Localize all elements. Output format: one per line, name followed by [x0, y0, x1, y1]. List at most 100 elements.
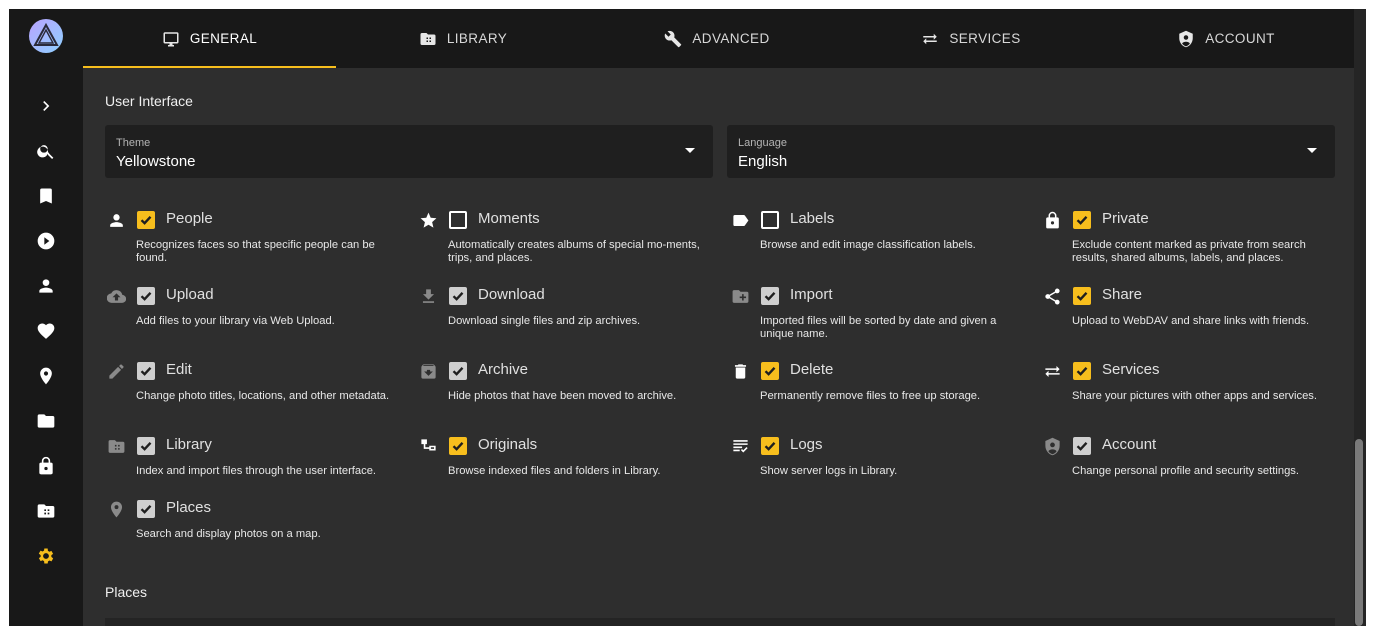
checkbox-services[interactable]: [1073, 362, 1091, 380]
shield-account-icon: [1179, 30, 1193, 47]
expand-icon[interactable]: [33, 93, 59, 119]
checkbox-edit[interactable]: [137, 362, 155, 380]
feature-name[interactable]: Services: [1102, 361, 1160, 378]
file-tree-icon: [417, 435, 439, 457]
check-icon: [764, 291, 776, 301]
gear-icon[interactable]: [33, 543, 59, 569]
monitor-icon: [163, 31, 179, 46]
archive-icon: [417, 360, 439, 382]
checkbox-download[interactable]: [449, 287, 467, 305]
shield-account-icon: [1041, 435, 1063, 457]
tab-label: Services: [949, 31, 1021, 46]
feature-name[interactable]: Delete: [790, 361, 833, 378]
tab-general[interactable]: General: [83, 9, 336, 68]
text-list-icon: [729, 435, 751, 457]
heart-icon[interactable]: [33, 318, 59, 344]
sidebar: [9, 9, 83, 626]
feature-name[interactable]: Originals: [478, 436, 537, 453]
tab-services[interactable]: Services: [844, 9, 1098, 68]
checkbox-delete[interactable]: [761, 362, 779, 380]
check-icon: [1076, 366, 1088, 376]
checkbox-labels[interactable]: [761, 211, 779, 229]
swap-icon: [1041, 360, 1063, 382]
checkbox-share[interactable]: [1073, 287, 1091, 305]
tab-advanced[interactable]: Advanced: [590, 9, 844, 68]
checkbox-originals[interactable]: [449, 437, 467, 455]
location-icon[interactable]: [33, 363, 59, 389]
feature-name[interactable]: Share: [1102, 286, 1142, 303]
film-folder-icon[interactable]: [33, 498, 59, 524]
person-icon: [105, 209, 127, 231]
check-icon: [140, 504, 152, 514]
feature-name[interactable]: Download: [478, 286, 545, 303]
checkbox-account[interactable]: [1073, 437, 1091, 455]
scrollbar-thumb[interactable]: [1355, 439, 1363, 626]
checkbox-import[interactable]: [761, 287, 779, 305]
feature-description: Browse indexed files and folders in Libr…: [448, 465, 661, 477]
feature-name[interactable]: Private: [1102, 210, 1149, 227]
theme-value: Yellowstone: [116, 153, 196, 170]
feature-name[interactable]: Import: [790, 286, 833, 303]
language-value: English: [738, 153, 788, 170]
play-icon[interactable]: [33, 228, 59, 254]
feature-description: Browse and edit image classification lab…: [760, 239, 976, 251]
check-icon: [140, 366, 152, 376]
check-icon: [764, 441, 776, 451]
feature-name[interactable]: Account: [1102, 436, 1156, 453]
check-icon: [140, 441, 152, 451]
chevron-down-icon: [1307, 148, 1317, 153]
checkbox-private[interactable]: [1073, 211, 1091, 229]
lock-icon[interactable]: [33, 453, 59, 479]
feature-name[interactable]: People: [166, 210, 213, 227]
tab-label: Advanced: [692, 31, 770, 46]
feature-name[interactable]: Places: [166, 499, 211, 516]
feature-description: Add files to your library via Web Upload…: [136, 315, 335, 327]
tab-library[interactable]: Library: [336, 9, 590, 68]
check-icon: [452, 441, 464, 451]
person-icon[interactable]: [33, 273, 59, 299]
checkbox-places[interactable]: [137, 500, 155, 518]
folder-icon[interactable]: [33, 408, 59, 434]
feature-name[interactable]: Archive: [478, 361, 528, 378]
checkbox-library[interactable]: [137, 437, 155, 455]
checkbox-logs[interactable]: [761, 437, 779, 455]
section-title-user-interface: User Interface: [105, 93, 193, 109]
places-field-edge: [105, 618, 1335, 626]
feature-description: Imported files will be sorted by date an…: [760, 315, 997, 340]
checkbox-moments[interactable]: [449, 211, 467, 229]
checkbox-upload[interactable]: [137, 287, 155, 305]
star-icon: [417, 209, 439, 231]
lock-icon: [1041, 209, 1063, 231]
swap-icon: [923, 33, 938, 44]
tab-account[interactable]: Account: [1098, 9, 1354, 68]
bookmark-icon[interactable]: [33, 183, 59, 209]
tab-active-indicator: [83, 66, 336, 68]
feature-description: Index and import files through the user …: [136, 465, 377, 477]
location-icon: [105, 498, 127, 520]
search-icon[interactable]: [33, 138, 59, 164]
pencil-icon: [105, 360, 127, 382]
theme-select[interactable]: Theme Yellowstone: [105, 125, 713, 178]
feature-description: Automatically creates albums of special …: [448, 239, 700, 264]
checkbox-archive[interactable]: [449, 362, 467, 380]
chevron-down-icon: [685, 148, 695, 153]
label-icon: [729, 209, 751, 231]
checkbox-people[interactable]: [137, 211, 155, 229]
download-icon: [417, 285, 439, 307]
check-icon: [140, 291, 152, 301]
feature-description: Hide photos that have been moved to arch…: [448, 390, 677, 402]
feature-name[interactable]: Labels: [790, 210, 834, 227]
section-title-places: Places: [105, 584, 148, 600]
language-select[interactable]: Language English: [727, 125, 1335, 178]
feature-name[interactable]: Edit: [166, 361, 192, 378]
check-icon: [1076, 441, 1088, 451]
feature-description: Change personal profile and security set…: [1072, 465, 1299, 477]
tab-label: Account: [1205, 31, 1275, 46]
check-icon: [1076, 291, 1088, 301]
feature-name[interactable]: Upload: [166, 286, 214, 303]
check-icon: [1076, 215, 1088, 225]
feature-name[interactable]: Library: [166, 436, 212, 453]
app-logo[interactable]: [29, 19, 63, 53]
feature-name[interactable]: Moments: [478, 210, 540, 227]
feature-name[interactable]: Logs: [790, 436, 823, 453]
